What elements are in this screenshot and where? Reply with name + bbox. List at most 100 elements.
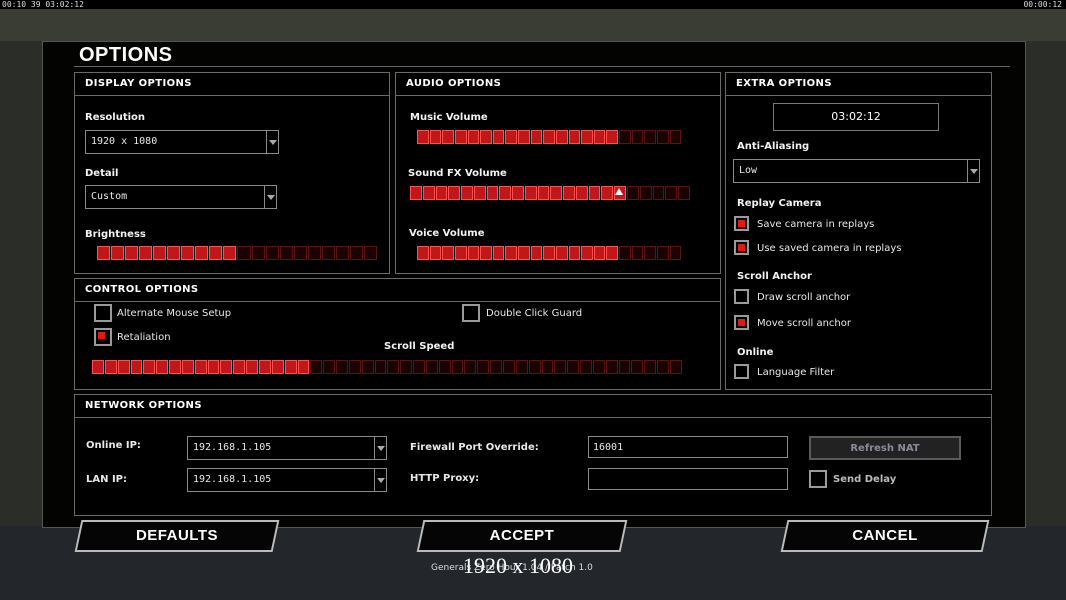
brightness-slider[interactable]	[97, 246, 377, 260]
anti-aliasing-select[interactable]: Low	[733, 159, 980, 183]
slider-segment[interactable]	[606, 130, 618, 144]
slider-segment[interactable]	[652, 186, 665, 200]
slider-segment[interactable]	[400, 360, 413, 374]
slider-segment[interactable]	[530, 130, 543, 144]
draw-scroll-anchor-checkbox[interactable]	[734, 289, 749, 304]
slider-segment[interactable]	[233, 360, 246, 374]
slider-segment[interactable]	[644, 246, 656, 260]
slider-segment[interactable]	[524, 186, 537, 200]
resolution-select[interactable]: 1920 x 1080	[85, 130, 279, 154]
slider-segment[interactable]	[454, 246, 467, 260]
slider-segment[interactable]	[251, 246, 265, 260]
slider-segment[interactable]	[181, 246, 195, 260]
slider-segment[interactable]	[657, 360, 669, 374]
slider-segment[interactable]	[618, 360, 631, 374]
slider-segment[interactable]	[543, 130, 555, 144]
slider-segment[interactable]	[541, 360, 554, 374]
slider-segment[interactable]	[307, 246, 321, 260]
slider-segment[interactable]	[486, 186, 499, 200]
chevron-down-icon[interactable]	[266, 131, 278, 153]
slider-segment[interactable]	[669, 360, 682, 374]
slider-segment[interactable]	[656, 246, 669, 260]
slider-segment[interactable]	[130, 360, 143, 374]
slider-segment[interactable]	[631, 360, 644, 374]
scroll-speed-slider[interactable]	[92, 360, 682, 374]
slider-segment[interactable]	[223, 246, 237, 260]
slider-segment[interactable]	[143, 360, 156, 374]
slider-segment[interactable]	[153, 246, 167, 260]
slider-segment[interactable]	[505, 130, 517, 144]
slider-segment[interactable]	[92, 360, 104, 374]
slider-segment[interactable]	[321, 246, 335, 260]
slider-segment[interactable]	[451, 360, 464, 374]
slider-segment[interactable]	[156, 360, 169, 374]
slider-segment[interactable]	[361, 360, 374, 374]
slider-segment[interactable]	[631, 246, 644, 260]
slider-segment[interactable]	[454, 130, 467, 144]
slider-segment[interactable]	[606, 246, 618, 260]
slider-segment[interactable]	[293, 246, 307, 260]
slider-segment[interactable]	[442, 246, 454, 260]
slider-segment[interactable]	[592, 360, 605, 374]
slider-segment[interactable]	[417, 246, 429, 260]
slider-segment[interactable]	[555, 130, 568, 144]
slider-segment[interactable]	[167, 246, 181, 260]
slider-segment[interactable]	[429, 246, 442, 260]
slider-segment[interactable]	[425, 360, 438, 374]
slider-segment[interactable]	[195, 246, 209, 260]
voice-volume-slider[interactable]	[417, 246, 682, 260]
sfx-volume-slider[interactable]	[410, 186, 690, 200]
chevron-down-icon[interactable]	[264, 186, 276, 208]
slider-segment[interactable]	[499, 186, 512, 200]
slider-segment[interactable]	[669, 130, 682, 144]
slider-segment[interactable]	[518, 246, 530, 260]
slider-segment[interactable]	[467, 246, 480, 260]
slider-segment[interactable]	[503, 360, 515, 374]
slider-segment[interactable]	[438, 360, 451, 374]
chevron-down-icon[interactable]	[374, 437, 386, 459]
accept-button[interactable]: ACCEPT	[416, 520, 628, 552]
save-camera-checkbox[interactable]	[734, 216, 749, 231]
slider-segment[interactable]	[442, 130, 454, 144]
slider-segment[interactable]	[580, 360, 592, 374]
slider-segment[interactable]	[490, 360, 502, 374]
slider-segment[interactable]	[593, 246, 606, 260]
slider-segment[interactable]	[480, 246, 492, 260]
cancel-button[interactable]: CANCEL	[780, 520, 990, 552]
slider-segment[interactable]	[473, 186, 486, 200]
slider-segment[interactable]	[528, 360, 541, 374]
detail-select[interactable]: Custom	[85, 185, 277, 209]
slider-segment[interactable]	[568, 130, 581, 144]
slider-segment[interactable]	[117, 360, 130, 374]
slider-segment[interactable]	[593, 130, 606, 144]
slider-segment[interactable]	[515, 360, 528, 374]
slider-segment[interactable]	[284, 360, 297, 374]
slider-segment[interactable]	[492, 246, 505, 260]
slider-segment[interactable]	[422, 186, 435, 200]
alternate-mouse-checkbox[interactable]	[94, 304, 112, 322]
slider-segment[interactable]	[477, 360, 490, 374]
double-click-guard-checkbox[interactable]	[462, 304, 480, 322]
slider-segment[interactable]	[461, 186, 473, 200]
slider-segment[interactable]	[669, 246, 682, 260]
slider-segment[interactable]	[363, 246, 377, 260]
slider-segment[interactable]	[665, 186, 678, 200]
slider-segment[interactable]	[518, 130, 530, 144]
slider-segment[interactable]	[644, 360, 657, 374]
defaults-button[interactable]: DEFAULTS	[74, 520, 280, 552]
slider-segment[interactable]	[246, 360, 258, 374]
slider-segment[interactable]	[265, 246, 279, 260]
slider-segment[interactable]	[349, 246, 363, 260]
slider-segment[interactable]	[656, 130, 669, 144]
refresh-nat-button[interactable]: Refresh NAT	[809, 436, 961, 460]
slider-segment[interactable]	[537, 186, 550, 200]
slider-segment[interactable]	[627, 186, 639, 200]
slider-segment[interactable]	[336, 360, 348, 374]
slider-segment[interactable]	[505, 246, 517, 260]
slider-segment[interactable]	[581, 130, 593, 144]
slider-segment[interactable]	[567, 360, 580, 374]
slider-segment[interactable]	[492, 130, 505, 144]
slider-segment[interactable]	[588, 186, 601, 200]
slider-thumb-icon[interactable]	[614, 188, 623, 195]
chevron-down-icon[interactable]	[374, 469, 386, 491]
